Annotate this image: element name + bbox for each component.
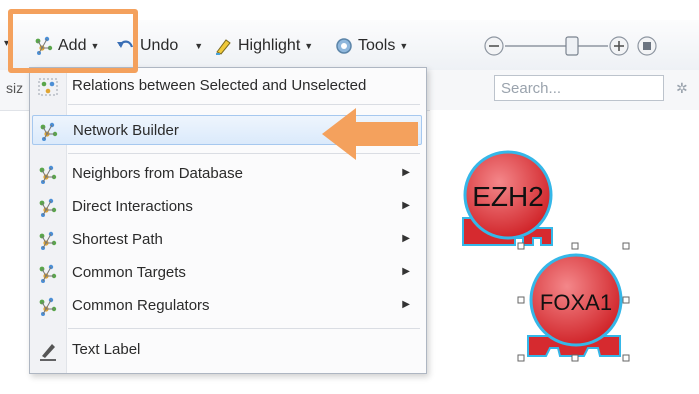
menu-item-label: Network Builder <box>73 122 179 139</box>
toolbar-partial-label: siz <box>6 80 24 96</box>
menu-separator <box>68 104 420 105</box>
submenu-arrow-icon: ▶ <box>402 233 410 244</box>
menu-item-label: Direct Interactions <box>72 198 193 215</box>
menu-item-text-label[interactable]: Text Label <box>32 335 422 365</box>
submenu-arrow-icon: ▶ <box>402 167 410 178</box>
menu-separator <box>68 328 420 329</box>
zoom-controls <box>484 36 657 56</box>
highlight-button[interactable]: Highlight ▼ <box>214 33 313 59</box>
node-label-ezh2: EZH2 <box>472 181 544 212</box>
highlight-icon <box>216 39 231 55</box>
pencil-icon <box>40 344 56 361</box>
network-icon <box>39 198 57 217</box>
zoom-out-button[interactable] <box>484 36 504 56</box>
submenu-arrow-icon: ▶ <box>402 266 410 277</box>
node-ezh2[interactable]: EZH2 <box>462 150 553 246</box>
menu-item-label: Relations between Selected and Unselecte… <box>72 77 367 94</box>
submenu-arrow-icon: ▶ <box>402 299 410 310</box>
relations-icon <box>38 78 58 96</box>
network-icon <box>40 122 58 141</box>
tools-button[interactable]: Tools ▼ <box>334 33 408 59</box>
pointer-arrow-icon <box>322 108 418 160</box>
menu-item-direct-interactions[interactable]: Direct Interactions ▶ <box>32 192 422 222</box>
chevron-down-icon: ▼ <box>194 41 204 51</box>
network-graph: EZH2 FOXA1 <box>462 150 630 362</box>
menu-item-label: Common Regulators <box>72 297 210 314</box>
gear-icon <box>336 38 352 54</box>
node-foxa1[interactable]: FOXA1 <box>527 253 623 357</box>
network-icon <box>39 297 57 316</box>
search-input[interactable] <box>494 75 664 101</box>
chevron-down-icon: ▼ <box>304 41 314 51</box>
submenu-arrow-icon: ▶ <box>402 200 410 211</box>
fit-view-button[interactable] <box>637 36 657 56</box>
network-icon <box>39 165 57 184</box>
menu-item-relations[interactable]: Relations between Selected and Unselecte… <box>32 71 422 101</box>
tools-label: Tools <box>358 37 396 54</box>
add-button-highlight-box <box>8 9 138 73</box>
zoom-in-button[interactable] <box>609 36 629 56</box>
menu-item-label: Neighbors from Database <box>72 165 243 182</box>
menu-item-label: Shortest Path <box>72 231 163 248</box>
menu-item-neighbors-from-database[interactable]: Neighbors from Database ▶ <box>32 159 422 189</box>
highlight-label: Highlight <box>238 37 301 54</box>
undo-label: Undo <box>140 37 179 54</box>
menu-item-label: Common Targets <box>72 264 186 281</box>
menu-item-common-regulators[interactable]: Common Regulators ▶ <box>32 291 422 321</box>
chevron-down-icon: ▼ <box>399 41 409 51</box>
network-icon <box>39 231 57 250</box>
menu-item-common-targets[interactable]: Common Targets ▶ <box>32 258 422 288</box>
node-label-foxa1: FOXA1 <box>540 290 612 315</box>
menu-item-label: Text Label <box>72 341 141 358</box>
search-options-icon[interactable]: ✲ <box>676 80 688 97</box>
zoom-slider-handle[interactable] <box>565 36 579 56</box>
network-icon <box>39 264 57 283</box>
menu-item-shortest-path[interactable]: Shortest Path ▶ <box>32 225 422 255</box>
